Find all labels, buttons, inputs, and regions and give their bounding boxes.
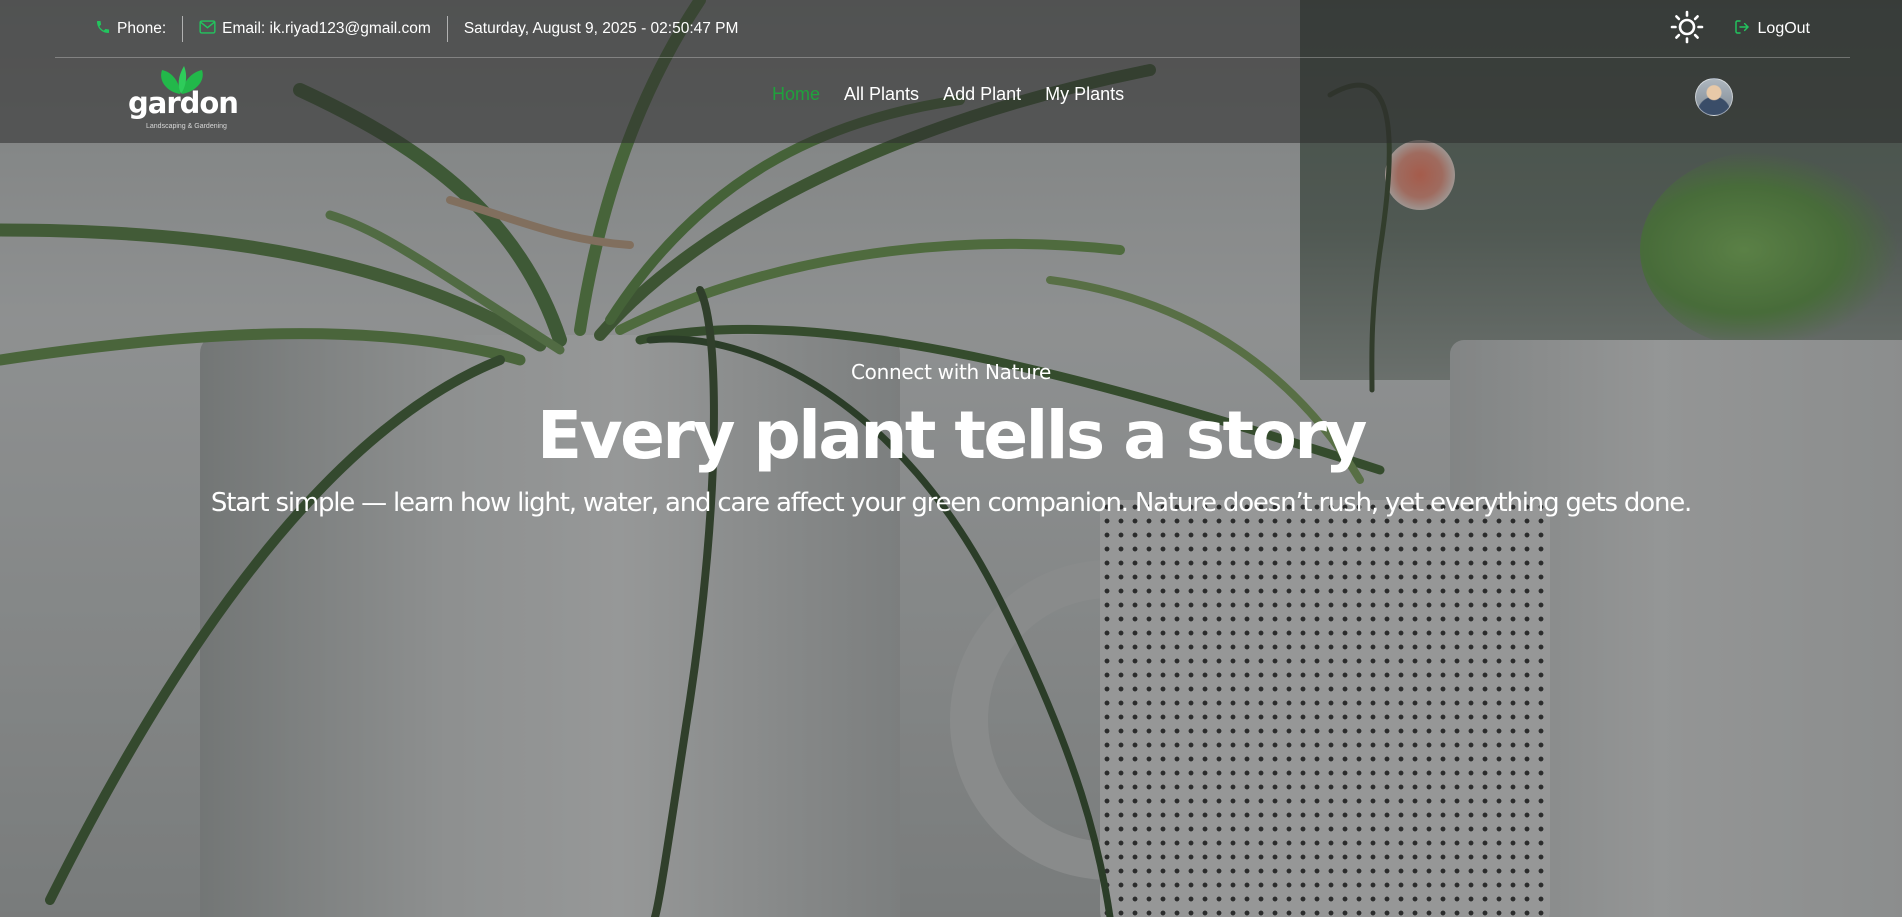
- nav-menu: Home All Plants Add Plant My Plants: [772, 84, 1124, 105]
- nav-item-all-plants[interactable]: All Plants: [844, 84, 919, 105]
- phone-icon: [95, 19, 111, 40]
- nav-item-my-plants[interactable]: My Plants: [1045, 84, 1124, 105]
- datetime-item: Saturday, August 9, 2025 - 02:50:47 PM: [464, 20, 739, 38]
- email-item: Email: ik.riyad123@gmail.com: [199, 19, 431, 39]
- hero-title: Every plant tells a story: [537, 397, 1367, 474]
- brand-logo[interactable]: gardon Landscaping & Gardening: [128, 64, 239, 136]
- hero-section: Connect with Nature Every plant tells a …: [0, 360, 1902, 518]
- hero-subtitle: Start simple — learn how light, water, a…: [210, 488, 1692, 518]
- current-datetime: Saturday, August 9, 2025 - 02:50:47 PM: [463, 20, 739, 37]
- divider: [446, 16, 448, 42]
- brand-tagline: Landscaping & Gardening: [146, 123, 227, 130]
- phone-label: Phone:: [117, 20, 167, 37]
- main-navbar: gardon Landscaping & Gardening Home All …: [0, 58, 1902, 143]
- contact-info: Phone: Email: ik.riyad123@gmail.com Satu…: [95, 16, 739, 42]
- top-actions: LogOut: [1670, 10, 1810, 48]
- top-info-bar: Phone: Email: ik.riyad123@gmail.com Satu…: [55, 0, 1850, 58]
- site-header: Phone: Email: ik.riyad123@gmail.com Satu…: [0, 0, 1902, 143]
- nav-item-add-plant[interactable]: Add Plant: [943, 84, 1021, 105]
- sun-icon: [1670, 10, 1704, 48]
- brand-name: gardon: [128, 86, 239, 120]
- email-label: Email: ik.riyad123@gmail.com: [222, 20, 431, 37]
- hero-eyebrow: Connect with Nature: [851, 360, 1051, 384]
- mail-icon: [199, 19, 216, 39]
- divider: [182, 16, 184, 42]
- logout-label: LogOut: [1757, 20, 1810, 37]
- theme-toggle-button[interactable]: [1670, 10, 1704, 48]
- phone-item: Phone:: [95, 19, 166, 40]
- nav-item-home[interactable]: Home: [772, 84, 820, 105]
- logout-button[interactable]: LogOut: [1734, 19, 1810, 40]
- user-avatar[interactable]: [1695, 78, 1733, 116]
- logout-icon: [1734, 19, 1750, 40]
